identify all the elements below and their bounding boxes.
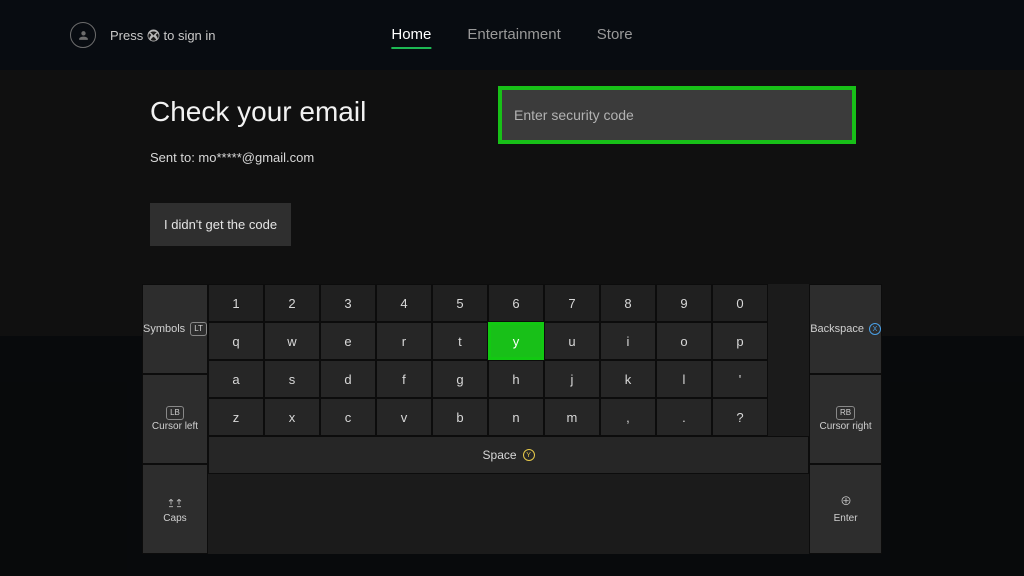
caps-icon [167, 495, 183, 512]
key-9[interactable]: 9 [656, 284, 712, 322]
cursor-left-key[interactable]: LB Cursor left [142, 374, 208, 464]
cursor-right-key[interactable]: RB Cursor right [809, 374, 882, 464]
key-i[interactable]: i [600, 322, 656, 360]
key-b[interactable]: b [432, 398, 488, 436]
key-0[interactable]: 0 [712, 284, 768, 322]
key-y[interactable]: y [488, 322, 544, 360]
key-4[interactable]: 4 [376, 284, 432, 322]
enter-icon [838, 495, 854, 512]
sent-to-label: Sent to: mo*****@gmail.com [150, 150, 874, 165]
x-button-icon: X [869, 323, 881, 335]
key-o[interactable]: o [656, 322, 712, 360]
key-1[interactable]: 1 [208, 284, 264, 322]
security-code-input[interactable] [514, 107, 840, 123]
top-nav: Home Entertainment Store [391, 22, 632, 49]
key-d[interactable]: d [320, 360, 376, 398]
key-g[interactable]: g [432, 360, 488, 398]
key-p[interactable]: p [712, 322, 768, 360]
keyboard-right-side: BackspaceX RB Cursor right Enter [809, 284, 882, 554]
key-7[interactable]: 7 [544, 284, 600, 322]
sign-in-label: Press to sign in [110, 28, 216, 43]
caps-key[interactable]: Caps [142, 464, 208, 554]
tab-home[interactable]: Home [391, 22, 431, 49]
enter-key[interactable]: Enter [809, 464, 882, 554]
key-z[interactable]: z [208, 398, 264, 436]
key-?[interactable]: ? [712, 398, 768, 436]
symbols-key[interactable]: SymbolsLT [142, 284, 208, 374]
key-8[interactable]: 8 [600, 284, 656, 322]
key-w[interactable]: w [264, 322, 320, 360]
key-k[interactable]: k [600, 360, 656, 398]
key-q[interactable]: q [208, 322, 264, 360]
on-screen-keyboard: SymbolsLT LB Cursor left Caps 1234567890… [0, 336, 1024, 576]
y-button-icon: Y [523, 449, 535, 461]
key-j[interactable]: j [544, 360, 600, 398]
key-3[interactable]: 3 [320, 284, 376, 322]
key-c[interactable]: c [320, 398, 376, 436]
keyboard-keys: 1234567890 qwertyuiop asdfghjkl' zxcvbnm… [208, 284, 809, 554]
security-code-input-wrap[interactable] [498, 86, 856, 144]
key-s[interactable]: s [264, 360, 320, 398]
key-h[interactable]: h [488, 360, 544, 398]
key-l[interactable]: l [656, 360, 712, 398]
key-m[interactable]: m [544, 398, 600, 436]
key-'[interactable]: ' [712, 360, 768, 398]
didnt-get-code-button[interactable]: I didn't get the code [150, 203, 291, 246]
key-u[interactable]: u [544, 322, 600, 360]
tab-store[interactable]: Store [597, 22, 633, 49]
key-2[interactable]: 2 [264, 284, 320, 322]
key-,[interactable]: , [600, 398, 656, 436]
keyboard-left-side: SymbolsLT LB Cursor left Caps [142, 284, 208, 554]
xbox-logo-icon [147, 28, 164, 43]
key-a[interactable]: a [208, 360, 264, 398]
key-e[interactable]: e [320, 322, 376, 360]
tab-entertainment[interactable]: Entertainment [467, 22, 560, 49]
key-r[interactable]: r [376, 322, 432, 360]
key-n[interactable]: n [488, 398, 544, 436]
space-key[interactable]: Space Y [208, 436, 809, 474]
key-.[interactable]: . [656, 398, 712, 436]
key-6[interactable]: 6 [488, 284, 544, 322]
top-header: Press to sign in Home Entertainment Stor… [0, 0, 1024, 70]
key-t[interactable]: t [432, 322, 488, 360]
key-v[interactable]: v [376, 398, 432, 436]
backspace-key[interactable]: BackspaceX [809, 284, 882, 374]
key-f[interactable]: f [376, 360, 432, 398]
key-x[interactable]: x [264, 398, 320, 436]
sign-in-button[interactable]: Press to sign in [70, 22, 216, 48]
avatar-icon [70, 22, 96, 48]
key-5[interactable]: 5 [432, 284, 488, 322]
